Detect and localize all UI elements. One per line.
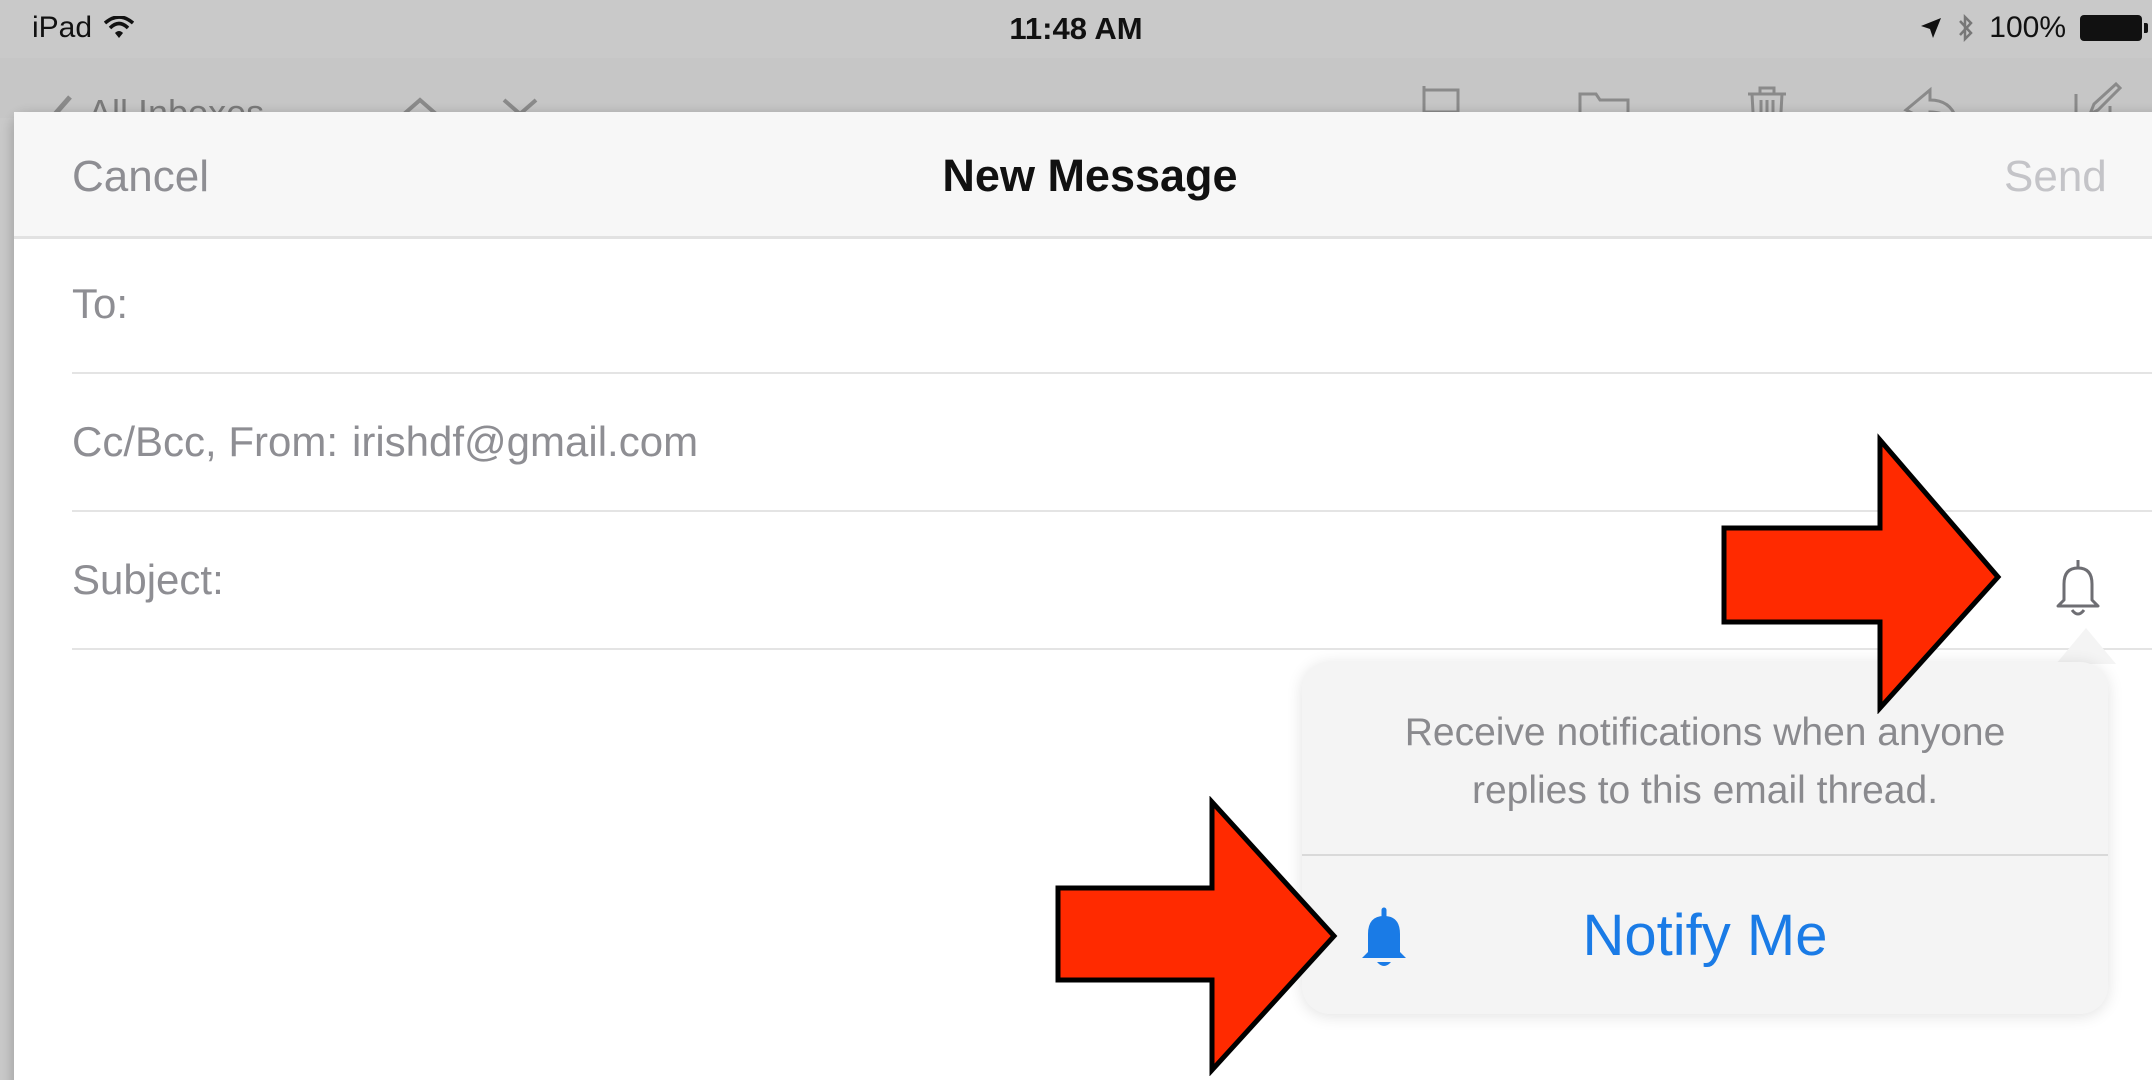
annotation-arrow-right-lower xyxy=(1055,796,1338,1076)
notify-me-label: Notify Me xyxy=(1582,903,1828,968)
annotation-arrow-right-upper xyxy=(1721,433,2002,714)
popover-message: Receive notifications when anyone replie… xyxy=(1302,704,2108,820)
location-arrow-icon xyxy=(1921,18,1942,38)
send-button[interactable]: Send xyxy=(2004,152,2107,202)
battery-percent: 100% xyxy=(1989,11,2066,44)
from-address: irishdf@gmail.com xyxy=(352,418,699,465)
background-mail-toolbar: All Inboxes xyxy=(0,58,2152,118)
battery-icon xyxy=(2080,15,2148,41)
cc-bcc-from-label: Cc/Bcc, From: xyxy=(72,418,339,465)
screen: iPad 11:48 AM 100% All Inboxes Cancel Ne… xyxy=(0,0,2152,1080)
to-field-row[interactable]: To: xyxy=(72,236,2152,374)
notify-popover: Receive notifications when anyone replie… xyxy=(1302,662,2108,1014)
bluetooth-icon xyxy=(1959,14,1973,42)
popover-arrow xyxy=(2056,628,2116,664)
bell-outline-icon[interactable] xyxy=(2050,556,2106,620)
to-label: To: xyxy=(72,280,129,327)
to-input[interactable] xyxy=(140,273,2152,335)
status-bar: iPad 11:48 AM 100% xyxy=(0,0,2152,58)
subject-label: Subject: xyxy=(72,556,224,603)
popover-message-line2: replies to this email thread. xyxy=(1471,769,1939,812)
compose-title: New Message xyxy=(942,150,1238,201)
status-time: 11:48 AM xyxy=(1009,11,1143,46)
notify-me-button[interactable]: Notify Me xyxy=(1302,856,2108,1014)
compose-header: Cancel New Message Send xyxy=(14,112,2152,239)
status-right: 100% xyxy=(1919,11,2148,45)
